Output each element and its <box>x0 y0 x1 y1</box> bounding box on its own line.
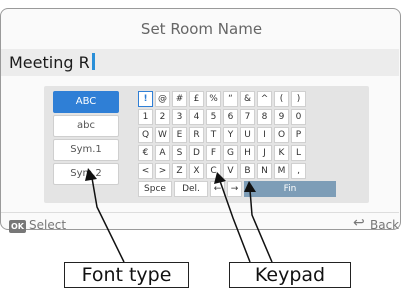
keypad-arrow-2 <box>249 189 273 263</box>
font-type-arrow <box>91 177 125 263</box>
keypad-callout: Keypad <box>229 262 351 288</box>
keypad-arrow-1 <box>219 180 251 263</box>
keypad-arrow-1-head <box>214 172 226 184</box>
callout-arrows <box>85 168 273 263</box>
keypad-arrow-2-head <box>244 181 256 192</box>
font-type-arrow-head <box>85 168 97 181</box>
font-type-callout: Font type <box>64 262 189 288</box>
